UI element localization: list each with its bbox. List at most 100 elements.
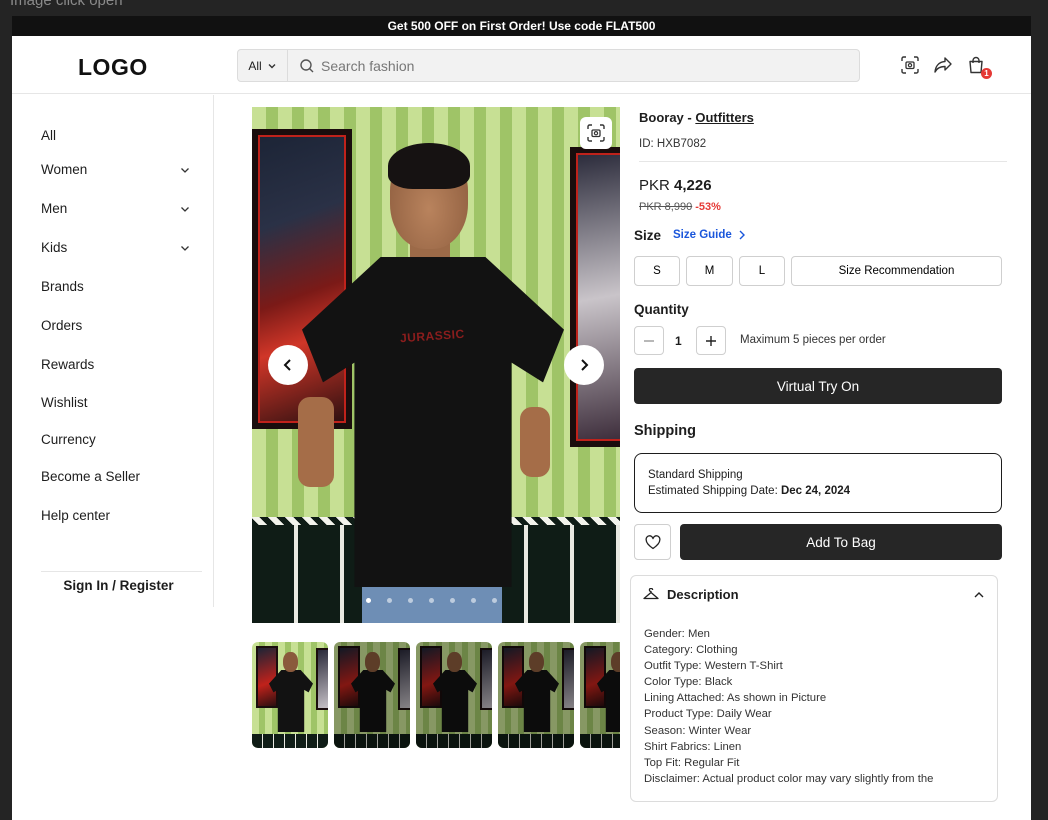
seller-link[interactable]: Outfitters [695,110,754,125]
description-line: Gender: Men [644,628,710,640]
thumbnail-graphic [529,652,544,672]
carousel-dot[interactable] [471,598,476,603]
sidebar-item-kids[interactable]: Kids [41,240,191,255]
description-header[interactable]: Description [643,587,739,602]
sidebar-item-all[interactable]: All [41,128,191,143]
thumbnail-graphic [480,648,492,710]
thumbnail-graphic [351,670,395,732]
price-value: 4,226 [674,177,712,194]
wishlist-button[interactable] [634,524,671,560]
shipping-method: Standard Shipping [648,469,743,481]
sidebar-item-orders[interactable]: Orders [41,318,191,333]
sidebar-item-label: Wishlist [41,395,88,410]
thumbnail-graphic [256,646,278,708]
sidebar-item-women[interactable]: Women [41,162,191,177]
carousel-dot[interactable] [492,598,497,603]
search-icon [300,59,314,73]
chevron-right-icon [739,230,745,240]
sidebar-nav: All Women Men Kids Brands Orders Rewards Wishli… [12,95,214,607]
thumbnail-graphic [252,734,328,748]
chevron-down-icon [181,245,189,251]
size-guide-label: Size Guide [673,229,732,241]
description-line: Shirt Fabrics: Linen [644,740,742,753]
divider [41,571,202,572]
product-thumbnail[interactable] [498,642,574,748]
quantity-decrease-button[interactable] [634,326,664,355]
add-to-bag-button[interactable]: Add To Bag [680,524,1002,560]
thumbnail-graphic [433,670,477,732]
size-option-s[interactable]: S [634,256,680,286]
visual-search-button[interactable] [899,54,921,76]
logo[interactable]: LOGO [78,54,148,81]
sidebar-item-become-a-seller[interactable]: Become a Seller [41,469,191,484]
carousel-dot[interactable] [366,598,371,603]
thumbnail-strip [252,642,620,748]
brand-line: Booray - Outfitters [639,110,754,125]
description-line: Disclaimer: Actual product color may var… [644,772,934,785]
sidebar-item-label: Become a Seller [41,469,141,484]
product-thumbnail[interactable] [580,642,620,748]
chevron-down-icon [181,206,189,212]
hanger-icon [643,587,659,599]
heart-icon [645,534,660,549]
sidebar-item-label: Brands [41,279,84,294]
size-recommendation-button[interactable]: Size Recommendation [791,256,1002,286]
announcement-text: Get 500 OFF on First Order! Use code FLA… [387,19,656,33]
carousel-dot[interactable] [387,598,392,603]
product-id: ID: HXB7082 [639,138,707,150]
shipping-option[interactable]: Standard Shipping Estimated Shipping Dat… [634,453,1002,513]
sidebar-item-currency[interactable]: Currency [41,432,191,447]
carousel-dot[interactable] [408,598,413,603]
product-thumbnail[interactable] [252,642,328,748]
size-label: Size [634,228,662,243]
thumbnail-graphic [498,734,574,748]
size-guide-link[interactable]: Size Guide [673,229,746,241]
cart-count-badge: 1 [981,68,992,79]
quantity-limit-note: Maximum 5 pieces per order [740,334,886,346]
cart-button[interactable]: 1 [965,54,992,79]
thumbnail-graphic [597,670,620,732]
thumbnail-graphic [338,646,360,708]
product-thumbnail[interactable] [334,642,410,748]
description-list: Gender: Men Category: Clothing Outfit Type… [644,626,933,787]
thumbnail-graphic [334,734,410,748]
description-line: Top Fit: Regular Fit [644,756,740,769]
frame-caption: Image click open [10,0,123,9]
sidebar-item-rewards[interactable]: Rewards [41,357,191,372]
sidebar-item-men[interactable]: Men [41,201,191,216]
description-line: Product Type: Daily Wear [644,708,772,721]
chevron-up-icon[interactable] [973,589,985,601]
virtual-try-on-button[interactable]: Virtual Try On [634,368,1002,404]
sidebar-item-wishlist[interactable]: Wishlist [41,395,191,410]
sidebar-item-brands[interactable]: Brands [41,279,191,294]
search-category-select[interactable]: All [238,50,288,81]
sign-in-link[interactable]: Sign In / Register [41,578,196,593]
brand-name: Booray [639,110,684,125]
quantity-value: 1 [675,334,682,348]
description-panel: Description Gender: Men Category: Clothin… [630,575,998,802]
old-price: PKR 8,990 [639,201,693,213]
thumbnail-graphic [515,670,559,732]
sidebar-item-help-center[interactable]: Help center [41,508,191,523]
model-hair [388,143,470,189]
camera-scan-icon [901,56,919,74]
search-input[interactable] [288,50,859,81]
size-option-l[interactable]: L [739,256,785,286]
product-thumbnail[interactable] [416,642,492,748]
image-scan-button[interactable] [580,117,612,149]
next-image-button[interactable] [564,345,604,385]
shipping-title: Shipping [634,423,697,439]
thumbnail-graphic [447,652,462,672]
carousel-dot[interactable] [429,598,434,603]
prev-image-button[interactable] [268,345,308,385]
announcement-bar: Get 500 OFF on First Order! Use code FLA… [12,16,1031,36]
share-button[interactable] [932,54,954,76]
quantity-increase-button[interactable] [696,326,726,355]
chevron-left-icon [283,359,291,371]
carousel-dot[interactable] [450,598,455,603]
sidebar-item-label: Rewards [41,357,95,372]
shipping-estimate-label: Estimated Shipping Date: [648,485,781,497]
camera-scan-icon [587,124,605,142]
discount-badge: -53% [695,201,721,213]
size-option-m[interactable]: M [686,256,733,286]
